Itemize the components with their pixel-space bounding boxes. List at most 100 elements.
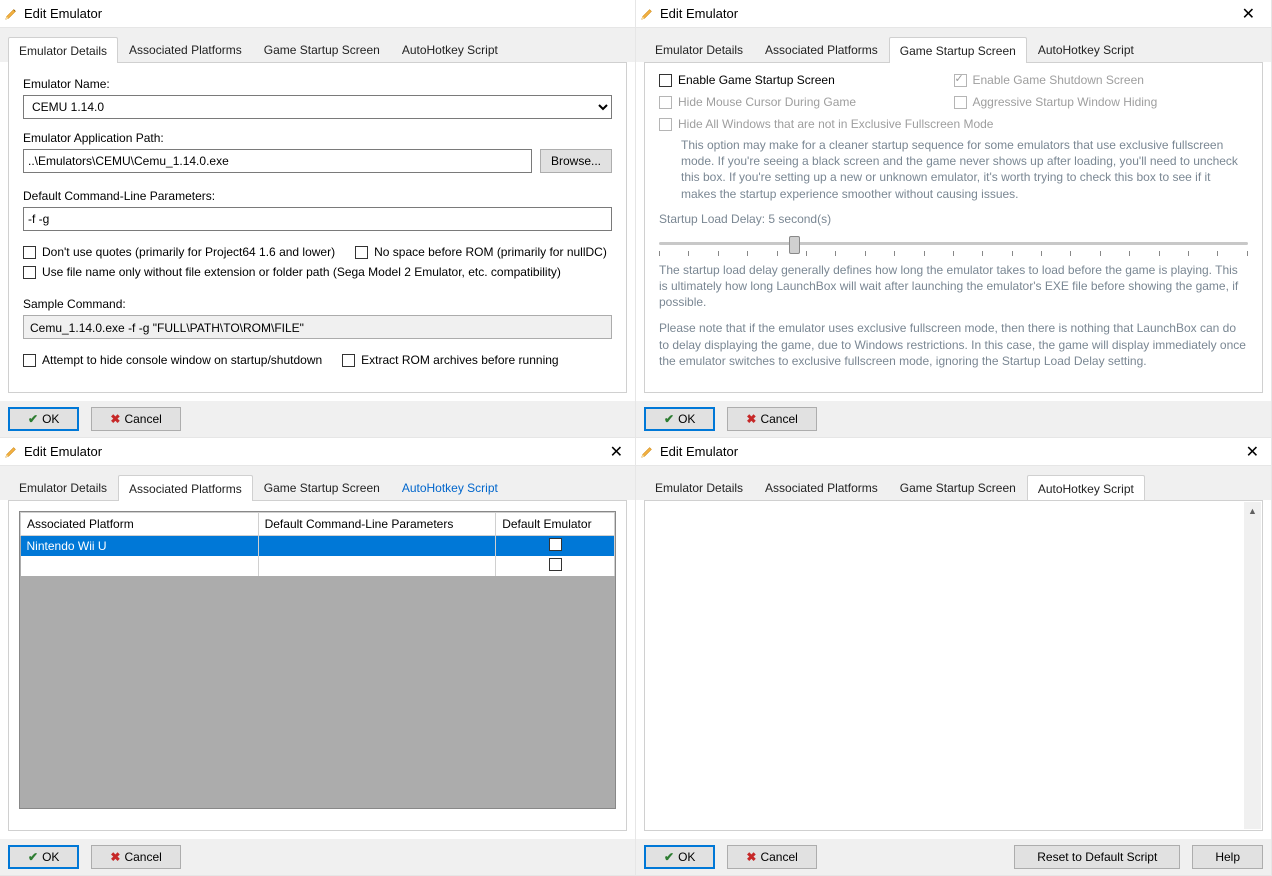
tab-bar: Emulator Details Associated Platforms Ga… <box>644 36 1263 62</box>
tab-bar: Emulator Details Associated Platforms Ga… <box>8 36 627 62</box>
cancel-button[interactable]: ✖Cancel <box>727 845 816 869</box>
tab-details[interactable]: Emulator Details <box>644 36 754 62</box>
tab-bar: Emulator Details Associated Platforms Ga… <box>644 474 1263 500</box>
cancel-button[interactable]: ✖Cancel <box>727 407 816 431</box>
checkbox-icon <box>659 118 672 131</box>
window-title: Edit Emulator <box>660 6 738 21</box>
slider-thumb-icon[interactable] <box>789 236 800 254</box>
sample-command: Cemu_1.14.0.exe -f -g "FULL\PATH\TO\ROM\… <box>23 315 612 339</box>
check-icon: ✔ <box>28 412 38 426</box>
col-platform[interactable]: Associated Platform <box>21 513 259 536</box>
cancel-button[interactable]: ✖Cancel <box>91 407 180 431</box>
platforms-body: Associated Platform Default Command-Line… <box>8 500 627 831</box>
dialog-footer: ✔OK ✖Cancel <box>0 839 635 875</box>
window-title: Edit Emulator <box>660 444 738 459</box>
help-button[interactable]: Help <box>1192 845 1263 869</box>
window-startup: Edit Emulator ✕ Emulator Details Associa… <box>636 0 1272 438</box>
window-details: Edit Emulator Emulator Details Associate… <box>0 0 636 438</box>
vertical-scrollbar[interactable]: ▲ <box>1244 502 1261 829</box>
dialog-footer: ✔OK ✖Cancel <box>0 401 635 437</box>
tab-ahk[interactable]: AutoHotkey Script <box>1027 36 1145 62</box>
platforms-table[interactable]: Associated Platform Default Command-Line… <box>19 511 616 809</box>
details-body: Emulator Name: CEMU 1.14.0 Emulator Appl… <box>8 62 627 393</box>
pencil-icon <box>4 7 18 21</box>
cell-params[interactable] <box>258 556 496 576</box>
check-icon: ✔ <box>664 412 674 426</box>
col-default[interactable]: Default Emulator <box>496 513 615 536</box>
window-title: Edit Emulator <box>24 444 102 459</box>
check-filenameonly[interactable]: Use file name only without file extensio… <box>23 265 561 279</box>
pencil-icon <box>640 7 654 21</box>
col-params[interactable]: Default Command-Line Parameters <box>258 513 496 536</box>
x-icon: ✖ <box>746 850 756 864</box>
tab-bar: Emulator Details Associated Platforms Ga… <box>8 474 627 500</box>
checkbox-icon <box>659 74 672 87</box>
delay-slider[interactable] <box>659 236 1248 256</box>
tab-ahk[interactable]: AutoHotkey Script <box>1027 475 1145 501</box>
close-icon[interactable]: ✕ <box>1234 4 1263 24</box>
scroll-up-icon[interactable]: ▲ <box>1244 502 1261 519</box>
tab-ahk[interactable]: AutoHotkey Script <box>391 36 509 62</box>
params-input[interactable] <box>23 207 612 231</box>
tab-platforms[interactable]: Associated Platforms <box>118 475 253 501</box>
check-nospace[interactable]: No space before ROM (primarily for nullD… <box>355 245 607 259</box>
tab-startup[interactable]: Game Startup Screen <box>889 474 1027 500</box>
check-icon: ✔ <box>664 850 674 864</box>
tab-startup[interactable]: Game Startup Screen <box>253 36 391 62</box>
tab-platforms[interactable]: Associated Platforms <box>118 36 253 62</box>
ok-button[interactable]: ✔OK <box>644 845 715 869</box>
check-icon: ✔ <box>28 850 38 864</box>
reset-script-button[interactable]: Reset to Default Script <box>1014 845 1180 869</box>
close-icon[interactable]: ✕ <box>602 442 631 462</box>
checkbox-icon <box>342 354 355 367</box>
ok-button[interactable]: ✔OK <box>8 845 79 869</box>
cell-platform[interactable] <box>21 556 259 576</box>
tab-ahk[interactable]: AutoHotkey Script <box>391 474 509 500</box>
tab-details[interactable]: Emulator Details <box>644 474 754 500</box>
close-icon[interactable]: ✕ <box>1238 442 1267 462</box>
x-icon: ✖ <box>746 412 756 426</box>
check-noquotes[interactable]: Don't use quotes (primarily for Project6… <box>23 245 335 259</box>
delay-label: Startup Load Delay: 5 second(s) <box>659 212 1248 226</box>
tab-startup[interactable]: Game Startup Screen <box>253 474 391 500</box>
tab-platforms[interactable]: Associated Platforms <box>754 36 889 62</box>
cancel-button[interactable]: ✖Cancel <box>91 845 180 869</box>
cell-default[interactable] <box>496 536 615 557</box>
browse-button[interactable]: Browse... <box>540 149 612 173</box>
tab-platforms[interactable]: Associated Platforms <box>754 474 889 500</box>
ok-button[interactable]: ✔OK <box>8 407 79 431</box>
check-hideconsole[interactable]: Attempt to hide console window on startu… <box>23 353 322 367</box>
sample-label: Sample Command: <box>23 297 612 311</box>
check-enable-startup[interactable]: Enable Game Startup Screen <box>659 73 954 87</box>
checkbox-icon[interactable] <box>549 538 562 551</box>
cell-params[interactable] <box>258 536 496 557</box>
x-icon: ✖ <box>110 412 120 426</box>
tab-details[interactable]: Emulator Details <box>8 474 118 500</box>
table-row[interactable]: Nintendo Wii U <box>21 536 615 557</box>
window-title: Edit Emulator <box>24 6 102 21</box>
checkbox-icon <box>355 246 368 259</box>
pencil-icon <box>4 445 18 459</box>
ahk-body: ▲ <box>644 500 1263 831</box>
check-aggressive: Aggressive Startup Window Hiding <box>954 95 1249 109</box>
script-editor[interactable] <box>645 501 1262 830</box>
params-label: Default Command-Line Parameters: <box>23 189 612 203</box>
checkbox-icon <box>23 354 36 367</box>
ok-button[interactable]: ✔OK <box>644 407 715 431</box>
tab-details[interactable]: Emulator Details <box>8 37 118 63</box>
cell-default[interactable] <box>496 556 615 576</box>
cell-platform[interactable]: Nintendo Wii U <box>21 536 259 557</box>
checkbox-icon <box>659 96 672 109</box>
dialog-footer: ✔OK ✖Cancel Reset to Default Script Help <box>636 839 1271 875</box>
checkbox-icon <box>23 266 36 279</box>
slider-ticks <box>659 251 1248 256</box>
check-hide-all: Hide All Windows that are not in Exclusi… <box>659 117 1248 131</box>
table-row[interactable] <box>21 556 615 576</box>
check-extract[interactable]: Extract ROM archives before running <box>342 353 558 367</box>
tab-startup[interactable]: Game Startup Screen <box>889 37 1027 63</box>
application-path-input[interactable] <box>23 149 532 173</box>
emulator-name-select[interactable]: CEMU 1.14.0 <box>23 95 612 119</box>
x-icon: ✖ <box>110 850 120 864</box>
checkbox-icon[interactable] <box>549 558 562 571</box>
checkbox-icon <box>954 74 967 87</box>
